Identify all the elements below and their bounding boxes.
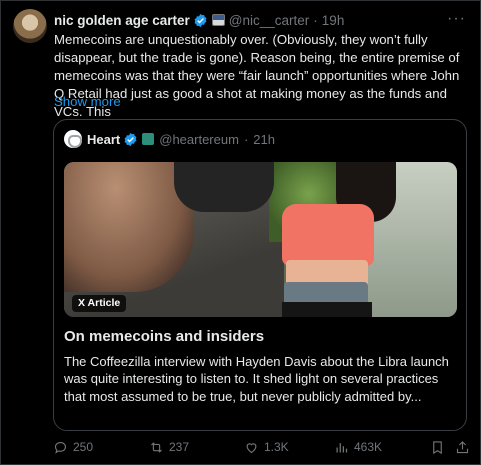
affiliate-badge-icon (142, 133, 155, 145)
quoted-post[interactable]: Heart @heartereum · 21h X Article On mem… (53, 119, 467, 431)
more-options-icon[interactable]: ··· (447, 10, 466, 28)
quote-author-handle[interactable]: @heartereum (159, 132, 239, 147)
like-button[interactable]: 1.3K (244, 437, 289, 457)
bookmark-icon (433, 440, 442, 454)
post-header: nic golden age carter @nic__carter · 19h (54, 11, 460, 29)
action-bar: 250 237 1.3K 463K (53, 437, 471, 457)
article-cover-image[interactable]: X Article (64, 162, 457, 317)
bookmark-button[interactable] (430, 437, 450, 457)
views-icon (336, 442, 348, 452)
show-more-link[interactable]: Show more (54, 94, 121, 109)
like-count: 1.3K (264, 440, 289, 454)
author-avatar[interactable] (13, 9, 47, 43)
author-handle[interactable]: @nic__carter (229, 13, 310, 28)
affiliate-badge-icon (211, 14, 225, 26)
share-button[interactable] (455, 437, 475, 457)
post-time[interactable]: 19h (322, 13, 345, 28)
dot-separator: · (313, 12, 318, 28)
share-icon (456, 440, 469, 453)
author-name[interactable]: nic golden age carter (54, 13, 190, 28)
article-badge: X Article (72, 295, 127, 312)
reply-count: 250 (73, 440, 94, 454)
reply-button[interactable]: 250 (53, 437, 93, 457)
repost-count: 237 (169, 440, 190, 454)
quote-author-name[interactable]: Heart (87, 132, 120, 147)
views-count: 463K (354, 440, 383, 454)
verified-badge-icon (194, 13, 207, 27)
quote-time[interactable]: 21h (253, 132, 275, 147)
quote-avatar[interactable] (64, 130, 82, 148)
post[interactable]: nic golden age carter @nic__carter · 19h… (0, 0, 481, 465)
dot-separator: · (243, 131, 249, 147)
reply-icon (54, 441, 67, 454)
repost-icon (151, 441, 162, 453)
article-description: The Coffeezilla interview with Hayden Da… (64, 354, 449, 404)
views-button[interactable]: 463K (334, 437, 382, 457)
article-title[interactable]: On memecoins and insiders (64, 328, 264, 345)
repost-button[interactable]: 237 (149, 437, 189, 457)
verified-badge-icon (124, 132, 137, 146)
quote-header: Heart @heartereum · 21h (64, 130, 275, 148)
heart-icon (246, 442, 257, 453)
